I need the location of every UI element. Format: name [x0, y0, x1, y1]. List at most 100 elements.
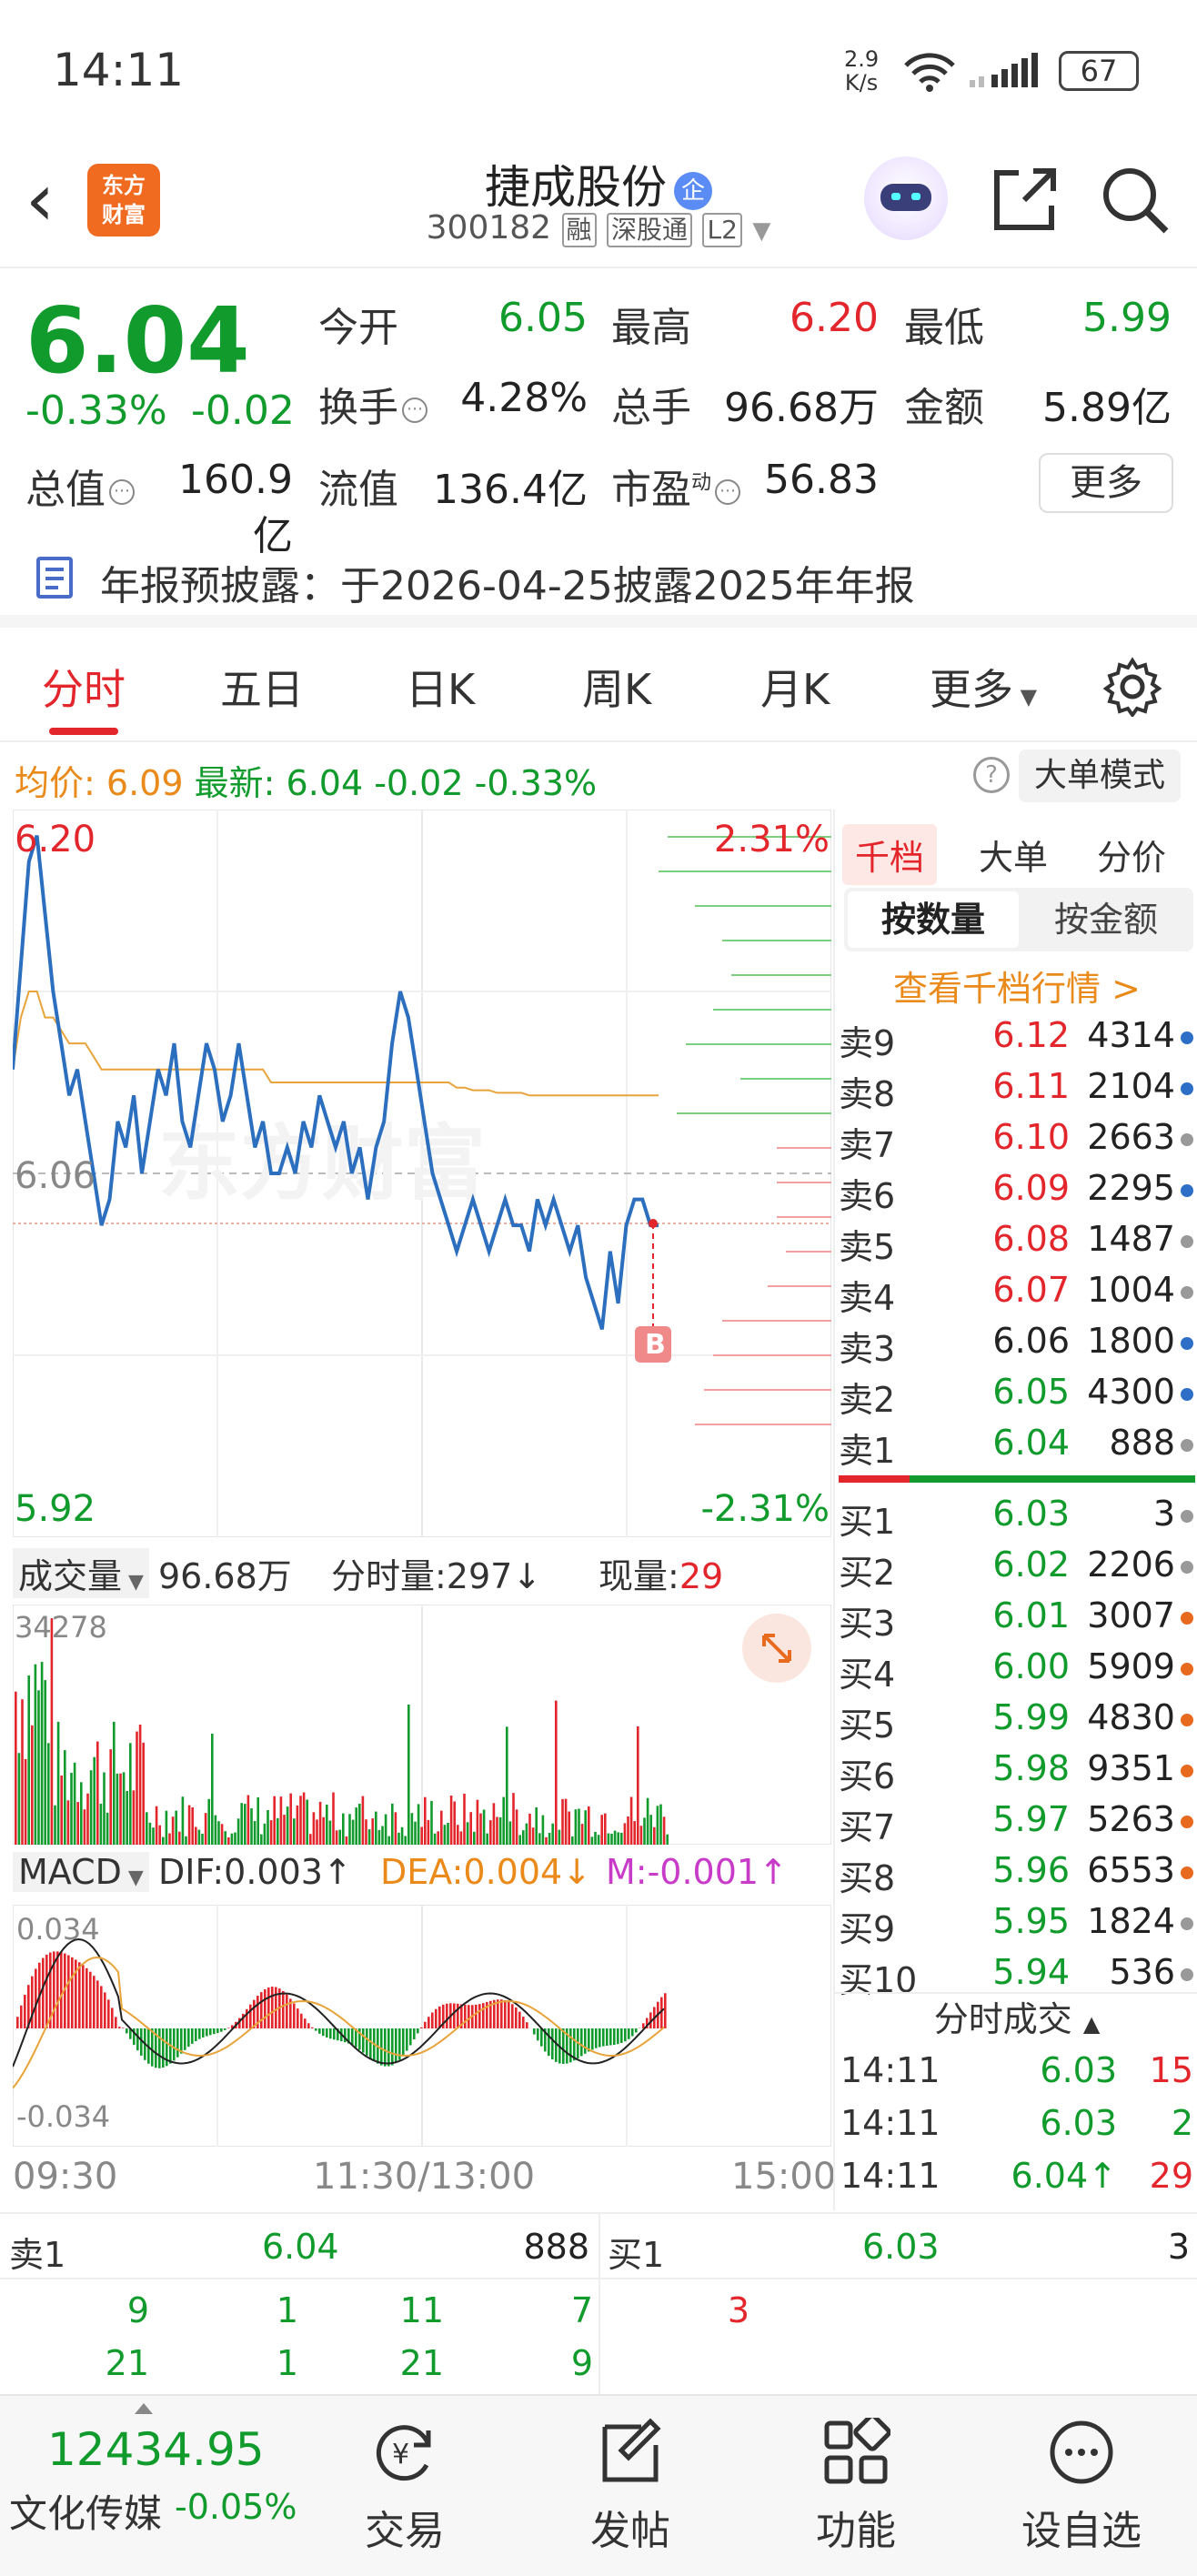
- buy-marker-label: B: [645, 1329, 666, 1361]
- sell-level-row[interactable]: 卖3 6.06 1800: [835, 1321, 1197, 1372]
- sell-level-row[interactable]: 卖5 6.08 1487: [835, 1219, 1197, 1270]
- tag-margin: 融: [561, 213, 597, 247]
- volume-selector[interactable]: 成交量 ▼: [13, 1548, 149, 1598]
- tab-big-orders[interactable]: 大单: [979, 830, 1048, 880]
- macd-bar: [162, 2028, 165, 2068]
- add-watchlist-button[interactable]: 设自选: [1013, 2418, 1150, 2556]
- buy-level-row[interactable]: 买7 5.97 5263: [835, 1799, 1197, 1850]
- volume-bar: [211, 1733, 214, 1845]
- volume-bar: [574, 1809, 578, 1845]
- gear-icon[interactable]: [1102, 657, 1162, 717]
- volume-bar: [351, 1819, 355, 1845]
- volume-bar: [558, 1829, 561, 1845]
- info-eye-icon[interactable]: ⋯: [109, 479, 135, 505]
- sector-index-button[interactable]: 12434.95 文化传媒 -0.05%: [0, 2396, 309, 2576]
- tab-weekly-k[interactable]: 周K: [582, 657, 651, 717]
- tab-price-distribution[interactable]: 分价: [1097, 830, 1166, 880]
- volume-bar: [217, 1821, 220, 1845]
- level-dot-icon: [1181, 1816, 1193, 1828]
- by-quantity-button[interactable]: 按数量: [848, 891, 1019, 948]
- volume-bar: [568, 1811, 570, 1845]
- tab-monthly-k[interactable]: 月K: [760, 657, 830, 717]
- trade-button[interactable]: ¥ 交易: [337, 2418, 473, 2556]
- level-buy-volume: 3: [1167, 2227, 1190, 2267]
- buy-level-label: 买9: [839, 1909, 896, 1949]
- sell-level-row[interactable]: 卖6 6.09 2295: [835, 1168, 1197, 1219]
- time-close: 15:00: [731, 2156, 837, 2198]
- macd-bar: [42, 1957, 45, 2028]
- volume-bar: [584, 1810, 587, 1845]
- expand-icon[interactable]: [742, 1614, 811, 1683]
- buy-level-row[interactable]: 买3 6.01 3007: [835, 1595, 1197, 1646]
- svg-text:¥: ¥: [392, 2439, 409, 2470]
- sell-level-row[interactable]: 卖9 6.12 4314: [835, 1015, 1197, 1066]
- annual-report-notice[interactable]: 年报预披露：于2026-04-25披露2025年年报: [0, 537, 1197, 628]
- tab-intraday[interactable]: 分时: [42, 657, 126, 717]
- buy-level-row[interactable]: 买2 6.02 2206: [835, 1545, 1197, 1595]
- volume-bar: [103, 1772, 106, 1845]
- macd-bar: [402, 2028, 405, 2056]
- stat-label-total-value: 总值 ⋯: [25, 457, 135, 515]
- tab-five-day[interactable]: 五日: [220, 657, 304, 717]
- macd-bar: [384, 2028, 387, 2067]
- tab-thousand-levels[interactable]: 千档: [842, 824, 938, 885]
- level-order: 1: [276, 2290, 298, 2330]
- volume-bar: [309, 1834, 312, 1845]
- eastmoney-logo[interactable]: 东方 财富: [87, 164, 160, 236]
- volume-bar: [293, 1818, 296, 1845]
- sell-level-row[interactable]: 卖7 6.10 2663: [835, 1117, 1197, 1168]
- buy-level-row[interactable]: 买9 5.95 1824: [835, 1901, 1197, 1952]
- share-icon[interactable]: [991, 164, 1061, 233]
- macd-selector[interactable]: MACD ▼: [13, 1852, 149, 1892]
- volume-bar: [15, 1691, 17, 1845]
- sell-level-row[interactable]: 卖4 6.07 1004: [835, 1270, 1197, 1321]
- sell-level-label: 卖1: [839, 1431, 896, 1471]
- volume-bar: [430, 1800, 433, 1845]
- help-icon[interactable]: ?: [973, 757, 1010, 793]
- ai-assistant-icon[interactable]: [864, 156, 948, 240]
- volume-bar: [99, 1804, 103, 1845]
- bottom-nav: 12434.95 文化传媒 -0.05% ¥ 交易 发帖 功能 设自选: [0, 2394, 1197, 2576]
- sell-level-label: 卖4: [839, 1278, 896, 1318]
- buy-level-row[interactable]: 买1 6.03 3: [835, 1494, 1197, 1545]
- post-button[interactable]: 发帖: [562, 2418, 699, 2556]
- volume-bar: [37, 1690, 40, 1845]
- buy-level-row[interactable]: 买8 5.96 6553: [835, 1850, 1197, 1901]
- volume-bar: [551, 1823, 554, 1845]
- big-order-mode-button[interactable]: 大单模式: [1019, 750, 1181, 802]
- function-button[interactable]: 功能: [788, 2413, 924, 2556]
- search-icon[interactable]: [1099, 164, 1172, 236]
- back-arrow-icon[interactable]: ‹: [25, 164, 55, 236]
- volume-label: 成交量: [18, 1556, 123, 1596]
- view-thousand-levels-link[interactable]: 查看千档行情 >: [835, 961, 1197, 1011]
- info-eye-icon[interactable]: ⋯: [402, 397, 428, 423]
- macd-bar: [628, 2028, 630, 2039]
- volume-bar: [116, 1773, 119, 1845]
- volume-bar: [397, 1832, 400, 1845]
- volume-bar: [597, 1835, 600, 1845]
- intraday-chart[interactable]: 东方财富 B 6.20 6.06 5.92 2.31% -2.31%: [13, 810, 831, 1537]
- sell-level-volume: 2295: [1087, 1168, 1175, 1208]
- by-amount-button[interactable]: 按金额: [1022, 891, 1190, 948]
- macd-bar: [260, 1992, 263, 2029]
- sell-level-row[interactable]: 卖8 6.11 2104: [835, 1066, 1197, 1117]
- volume-bar: [538, 1833, 541, 1845]
- more-button[interactable]: 更多: [1039, 453, 1173, 513]
- chevron-down-icon[interactable]: ▼: [752, 217, 770, 245]
- sell-level-volume: 1004: [1087, 1270, 1175, 1310]
- volume-bar: [381, 1826, 384, 1845]
- level-dot-icon: [1181, 1031, 1193, 1044]
- buy-level-row[interactable]: 买4 6.00 5909: [835, 1646, 1197, 1697]
- info-eye-icon[interactable]: ⋯: [715, 479, 741, 505]
- buy-level-row[interactable]: 买6 5.98 9351: [835, 1748, 1197, 1799]
- tab-daily-k[interactable]: 日K: [406, 657, 475, 717]
- sell-level-row[interactable]: 卖2 6.05 4300: [835, 1372, 1197, 1423]
- stock-name: 捷成股份: [485, 161, 667, 214]
- volume-bar: [424, 1796, 427, 1845]
- tick-trades-header[interactable]: 分时成交 ▲: [835, 1992, 1197, 2043]
- volume-bar: [420, 1826, 423, 1845]
- tab-more[interactable]: 更多 ▼: [930, 657, 1037, 717]
- buy-level-row[interactable]: 买5 5.99 4830: [835, 1697, 1197, 1748]
- net-speed: 2.9 K/s: [844, 47, 879, 95]
- sell-level-row[interactable]: 卖1 6.04 888: [835, 1423, 1197, 1474]
